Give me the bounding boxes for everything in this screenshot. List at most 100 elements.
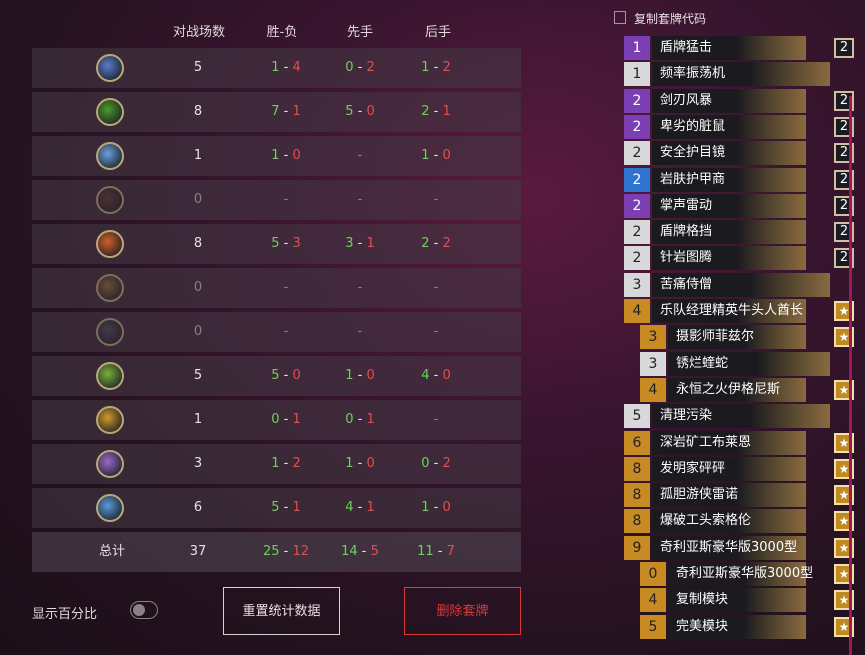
card-cost: 3 (640, 351, 666, 376)
games-count: 5 (193, 60, 203, 75)
deck-card[interactable]: 4 复制模块 ★ (640, 588, 854, 613)
copy-deck-code-button[interactable]: 复制套牌代码 (614, 10, 706, 28)
deck-card[interactable]: 2 针岩图腾 2 (624, 246, 854, 271)
deck-card[interactable]: 9 奇利亚斯豪华版3000型 ★ (624, 535, 854, 560)
wl-record: 7 - 1 (256, 92, 316, 132)
second-wins: 4 (421, 368, 430, 383)
dash-separator: - (279, 236, 293, 251)
deck-card[interactable]: 8 孤胆游侠雷诺 ★ (624, 483, 854, 508)
dash-separator: - (279, 456, 293, 471)
card-cost: 5 (640, 614, 666, 639)
card-art: 剑刃风暴 (652, 88, 806, 113)
card-art: 发明家砰砰 (652, 456, 806, 481)
card-cost: 4 (624, 299, 650, 323)
card-name: 锈烂蝰蛇 (676, 355, 729, 371)
demon-hunter-class-icon (96, 186, 124, 214)
card-name: 频率振荡机 (660, 66, 726, 82)
second-record: - (408, 400, 464, 440)
dash-separator: - (279, 60, 293, 75)
first-record: - (332, 268, 388, 308)
show-percent-toggle[interactable] (130, 601, 158, 619)
warlock-class-icon (96, 98, 124, 126)
wl-wins: 5 (271, 500, 280, 515)
second-wins: 1 (421, 60, 430, 75)
card-name: 发明家砰砰 (660, 460, 726, 476)
wl-losses: 12 (292, 544, 310, 559)
wl-losses: 4 (292, 60, 301, 75)
deck-card[interactable]: 5 完美模块 ★ (640, 614, 854, 639)
deck-card[interactable]: 5 清理污染 (624, 404, 830, 429)
deck-card[interactable]: 8 发明家砰砰 ★ (624, 456, 854, 481)
second-losses: 2 (442, 456, 451, 471)
dash-separator: - (279, 412, 293, 427)
deck-card[interactable]: 4 永恒之火伊格尼斯 ★ (640, 377, 854, 402)
second-wins: 0 (421, 456, 430, 471)
second-wins: 11 (417, 544, 434, 559)
reset-stats-button[interactable]: 重置统计数据 (223, 587, 340, 635)
deck-card[interactable]: 3 摄影师菲兹尔 ★ (640, 325, 854, 350)
table-row: 10 - 10 - 1- (32, 400, 521, 440)
card-name: 爆破工头索格伦 (660, 513, 752, 529)
delete-deck-button[interactable]: 删除套牌 (404, 587, 521, 635)
deck-card[interactable]: 2 卑劣的脏鼠 2 (624, 114, 854, 139)
second-losses: 0 (442, 500, 451, 515)
deck-card[interactable]: 2 岩肤护甲商 2 (624, 167, 854, 192)
deck-card[interactable]: 2 盾牌格挡 2 (624, 220, 854, 245)
second-empty: - (433, 280, 439, 295)
header-win-loss: 胜-负 (266, 25, 298, 40)
second-losses: 0 (442, 368, 451, 383)
class-icon-cell (32, 48, 188, 88)
first-losses: 0 (366, 456, 375, 471)
card-name: 奇利亚斯豪华版3000型 (676, 566, 814, 581)
wl-record: - (256, 268, 316, 308)
second-empty: - (433, 192, 439, 207)
deck-card[interactable]: 1 盾牌猛击 2 (624, 36, 854, 60)
deck-scrollbar[interactable] (849, 96, 852, 655)
deck-card[interactable]: 3 锈烂蝰蛇 (640, 351, 830, 376)
wl-losses: 0 (292, 148, 301, 163)
warrior-class-icon (96, 230, 124, 258)
wl-losses: 3 (292, 236, 301, 251)
header-games: 对战场数 (172, 25, 225, 40)
deck-card[interactable]: 1 频率振荡机 (624, 62, 830, 87)
deck-card[interactable]: 2 掌声雷动 2 (624, 193, 854, 218)
mage-class-icon (96, 54, 124, 82)
deck-card[interactable]: 4 乐队经理精英牛头人酋长 ★ (624, 299, 854, 323)
total-label: 总计 (98, 544, 125, 559)
deck-card[interactable]: 0 奇利亚斯豪华版3000型 ★ (640, 562, 854, 586)
table-row: 8 7 - 1 5 - 0 2 - 1 (32, 92, 521, 132)
deck-card[interactable]: 6 深岩矿工布莱恩 ★ (624, 430, 854, 455)
deck-card[interactable]: 3 苦痛侍僧 (624, 272, 830, 297)
games-count: 6 (193, 500, 203, 515)
dash-separator: - (353, 500, 367, 515)
show-percent-label: 显示百分比 (32, 607, 98, 622)
second-record: 0 - 2 (408, 444, 464, 484)
deck-card[interactable]: 2 安全护目镜 2 (624, 141, 854, 166)
card-art: 奇利亚斯豪华版3000型 (668, 562, 813, 586)
class-icon-cell (32, 444, 188, 484)
wl-losses: 2 (292, 456, 301, 471)
wl-wins: 1 (271, 148, 280, 163)
deck-card[interactable]: 2 剑刃风暴 2 (624, 88, 854, 113)
copy-deck-code-label: 复制套牌代码 (634, 12, 707, 26)
card-art: 安全护目镜 (652, 141, 806, 166)
card-art: 卑劣的脏鼠 (652, 114, 806, 139)
dash-separator: - (353, 60, 367, 75)
second-record: - (408, 312, 464, 352)
deck-card[interactable]: 8 爆破工头索格伦 ★ (624, 509, 854, 534)
card-art: 复制模块 (668, 588, 806, 613)
wl-record: 5 - 1 (256, 488, 316, 528)
card-name: 盾牌猛击 (660, 40, 713, 55)
priest-class-icon (96, 450, 124, 478)
header-second: 后手 (424, 25, 451, 40)
table-row: 11 - 0-1 - 0 (32, 136, 521, 176)
wl-record: 0 - 1 (256, 400, 316, 440)
card-cost: 8 (624, 483, 650, 508)
card-art: 乐队经理精英牛头人酋长 (652, 299, 806, 323)
first-empty: - (357, 324, 363, 339)
wl-record: 1 - 4 (256, 48, 316, 88)
first-record: 1 - 0 (332, 356, 388, 396)
card-name: 苦痛侍僧 (660, 276, 713, 292)
table-row: 0 - - - (32, 180, 521, 220)
class-icon-cell (32, 312, 188, 352)
